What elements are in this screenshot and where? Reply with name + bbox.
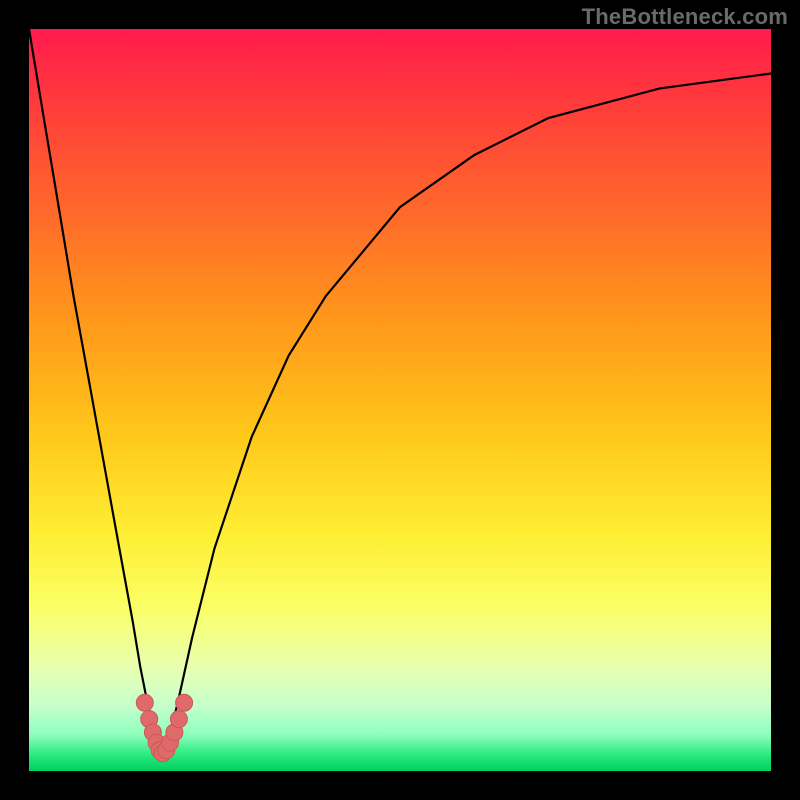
bottleneck-marker-group <box>136 694 192 762</box>
chart-plot-area <box>29 29 771 771</box>
chart-frame: TheBottleneck.com <box>0 0 800 800</box>
bottleneck-curve-svg <box>29 29 771 771</box>
watermark-text: TheBottleneck.com <box>582 4 788 30</box>
bottleneck-curve-path <box>29 29 771 756</box>
bottleneck-marker <box>136 694 153 711</box>
bottleneck-marker <box>170 711 187 728</box>
bottleneck-marker <box>176 694 193 711</box>
